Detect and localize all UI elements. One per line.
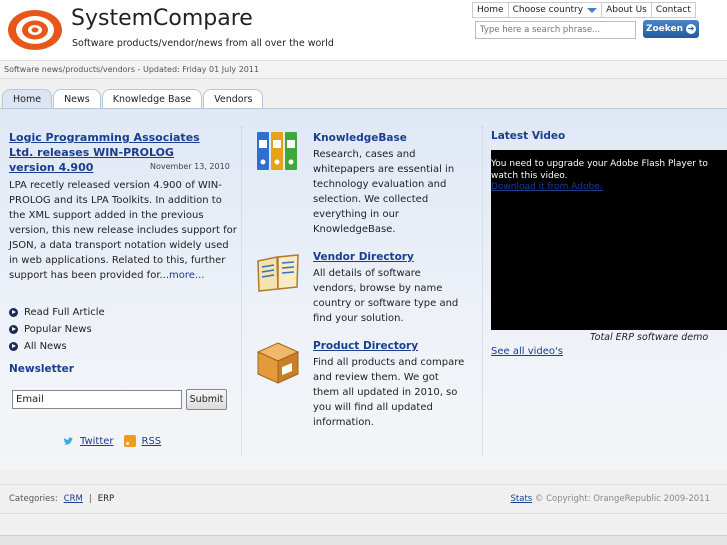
nav-about-us[interactable]: About Us (602, 3, 652, 17)
horizontal-scrollbar[interactable] (0, 535, 727, 545)
search-button-label: Zoeken (645, 24, 684, 34)
binders-icon (257, 132, 297, 170)
adobe-download-link[interactable]: Download it from Adobe. (491, 182, 603, 192)
footer-right: Stats © Copyright: OrangeRepublic 2009-2… (511, 494, 710, 504)
newsletter-submit-button[interactable]: Submit (186, 389, 227, 410)
article-links: Read Full Article Popular News All News (9, 304, 105, 355)
tab-news[interactable]: News (53, 89, 101, 109)
all-videos-link[interactable]: See all video's (491, 346, 563, 357)
categories: Categories: CRM | ERP (9, 494, 114, 504)
stats-link[interactable]: Stats (511, 494, 533, 504)
tab-bar: Home News Knowledge Base Vendors (2, 89, 264, 109)
tab-knowledge-base[interactable]: Knowledge Base (101, 89, 203, 109)
search-input[interactable] (475, 21, 636, 39)
nav-home[interactable]: Home (473, 3, 509, 17)
logo-target-icon[interactable] (8, 8, 63, 51)
category-crm-link[interactable]: CRM (64, 494, 83, 504)
flash-upgrade-message: You need to upgrade your Adobe Flash Pla… (491, 159, 708, 181)
video-player[interactable]: You need to upgrade your Adobe Flash Pla… (491, 150, 727, 330)
vendor-directory-body: All details of software vendors, browse … (313, 268, 459, 324)
package-box-icon (256, 342, 300, 384)
header: SystemCompare Software products/vendor/n… (0, 0, 727, 60)
category-separator: | (88, 494, 92, 504)
site-tagline: Software products/vendor/news from all o… (72, 38, 334, 49)
read-full-article-label: Read Full Article (24, 307, 105, 318)
bullet-arrow-icon (9, 308, 18, 317)
tab-vendors[interactable]: Vendors (203, 89, 264, 109)
nav-contact[interactable]: Contact (652, 3, 695, 17)
read-full-article-link[interactable]: Read Full Article (9, 304, 105, 321)
category-erp-link[interactable]: ERP (98, 494, 114, 504)
knowledgebase-body: Research, cases and whitepapers are esse… (313, 149, 455, 235)
latest-video-title: Latest Video (491, 130, 566, 142)
all-news-label: All News (24, 341, 67, 352)
bullet-arrow-icon (9, 342, 18, 351)
arrow-right-icon: ➜ (686, 24, 697, 34)
knowledgebase-title: KnowledgeBase (313, 132, 407, 144)
newsletter-email-input[interactable] (12, 390, 182, 409)
main-panel: Logic Programming Associates Ltd. releas… (0, 108, 727, 470)
rss-icon (123, 435, 136, 447)
newsletter-title: Newsletter (9, 363, 74, 375)
copyright: © Copyright: OrangeRepublic 2009-2011 (534, 494, 710, 504)
social-links: Twitter RSS (63, 435, 161, 447)
popular-news-link[interactable]: Popular News (9, 321, 105, 338)
rss-link[interactable]: RSS (142, 436, 162, 447)
tab-home[interactable]: Home (2, 89, 53, 109)
more-link[interactable]: more... (169, 270, 204, 281)
product-directory-link[interactable]: Product Directory (313, 340, 418, 352)
product-directory-body: Find all products and compare and review… (313, 357, 465, 428)
open-book-icon (257, 254, 299, 292)
twitter-icon (63, 436, 73, 445)
site-title[interactable]: SystemCompare (71, 6, 253, 31)
popular-news-label: Popular News (24, 324, 92, 335)
categories-label: Categories: (9, 494, 58, 504)
column-divider (241, 126, 242, 456)
footer: Categories: CRM | ERP Stats © Copyright:… (0, 484, 727, 514)
article-date: November 13, 2010 (150, 162, 230, 171)
article-body-text: LPA recetly released version 4.900 of WI… (9, 180, 237, 281)
chevron-down-icon (587, 8, 598, 13)
top-nav: Home Choose country About Us Contact (472, 2, 696, 18)
nav-choose-country[interactable]: Choose country (509, 3, 603, 17)
article-body: LPA recetly released version 4.900 of WI… (9, 178, 237, 283)
all-news-link[interactable]: All News (9, 338, 105, 355)
nav-choose-country-label: Choose country (512, 4, 584, 15)
twitter-link[interactable]: Twitter (80, 436, 114, 447)
column-divider (482, 126, 483, 456)
vendor-directory-link[interactable]: Vendor Directory (313, 251, 414, 263)
bullet-arrow-icon (9, 325, 18, 334)
search-button[interactable]: Zoeken ➜ (643, 20, 699, 38)
video-caption: Total ERP software demo (590, 332, 709, 343)
updated-bar: Software news/products/vendors - Updated… (0, 60, 727, 79)
